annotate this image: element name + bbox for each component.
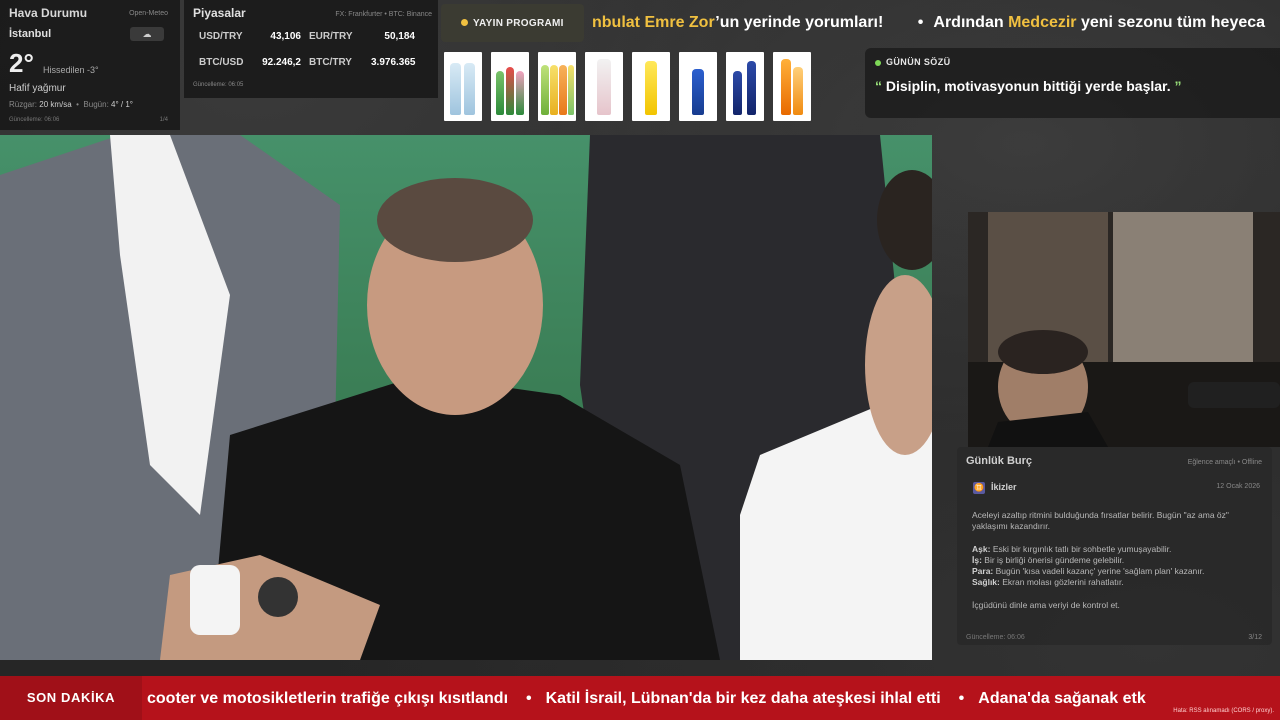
weather-source: Open-Meteo	[129, 10, 168, 17]
product-orange-bottle	[773, 52, 811, 121]
horoscope-sign-row: ♊ İkizler 12 Ocak 2026	[973, 482, 1260, 494]
wind-label: Rüzgar	[9, 100, 35, 109]
horoscope-body: Aceleyi azaltıp ritmini bulduğunda fırsa…	[972, 510, 1258, 611]
money-text: Bugün 'kısa vadeli kazanç' yerine 'sağla…	[995, 566, 1205, 576]
love-text: Eski bir kırgınlık tatlı bir sohbetle yu…	[992, 544, 1172, 554]
breaking-ticker: cooter ve motosikletlerin trafiğe çıkışı…	[147, 676, 1280, 720]
market-value: 43,106	[270, 31, 301, 42]
market-value: 92.246,2	[262, 57, 301, 68]
wind-value: 20 km/sa	[39, 100, 72, 109]
weather-updated: Güncelleme: 06:06	[9, 117, 60, 123]
breaking-item: Katil İsrail, Lübnan'da bir kez daha ate…	[545, 690, 941, 707]
quote-title-text: GÜNÜN SÖZÜ	[886, 57, 951, 67]
health-text: Ekran molası gözlerini rahatlatır.	[1002, 577, 1124, 587]
markets-updated: Güncelleme: 06:05	[193, 82, 244, 88]
cloud-rain-icon: ☁	[130, 27, 164, 41]
markets-grid: USD/TRY 43,106 EUR/TRY 50,184 BTC/USD 92…	[199, 31, 429, 68]
quote-text: Disiplin, motivasyonun bittiği yerde baş…	[885, 78, 1171, 94]
main-video-scene	[0, 135, 932, 660]
horoscope-closing: İçgüdünü dinle ama veriyi de kontrol et.	[972, 600, 1120, 610]
weather-condition: Hafif yağmur	[9, 83, 66, 94]
breaking-news-bar: SON DAKİKA cooter ve motosikletlerin tra…	[0, 676, 1280, 720]
horoscope-love-row: Aşk: Eski bir kırgınlık tatlı bir sohbet…	[972, 544, 1258, 555]
ticker-highlight: nbulat Emre Zor	[592, 14, 716, 31]
breaking-label: SON DAKİKA	[0, 676, 142, 720]
money-label: Para:	[972, 566, 994, 576]
horoscope-health-row: Sağlık: Ekran molası gözlerini rahatlatı…	[972, 577, 1258, 588]
horoscope-widget: Günlük Burç Eğlence amaçlı • Offline ♊ İk…	[957, 447, 1272, 645]
product-white-bottle	[585, 52, 623, 121]
weather-wind-row: Rüzgar: 20 km/sa • Bugün: 4° / 1°	[9, 100, 133, 109]
top-ticker: nbulat Emre Zor’un yerinde yorumları! • A…	[592, 4, 1280, 42]
gemini-icon: ♊	[973, 482, 985, 494]
weather-temperature: 2°	[9, 48, 34, 78]
product-strip	[444, 52, 811, 121]
ticker-text: yeni sezonu tüm heyeca	[1076, 14, 1266, 31]
horoscope-mode: Eğlence amaçlı • Offline	[1187, 459, 1262, 466]
today-value: 4° / 1°	[111, 100, 133, 109]
product-can	[679, 52, 717, 121]
work-text: Bir iş birliği önerisi gündeme gelebilir…	[984, 555, 1125, 565]
breaking-separator: •	[526, 690, 532, 707]
horoscope-money-row: Para: Bugün 'kısa vadeli kazanç' yerine …	[972, 566, 1258, 577]
market-key: BTC/TRY	[309, 57, 352, 68]
ticker-text: Ardından	[933, 14, 1009, 31]
product-blue-bottles	[726, 52, 764, 121]
horoscope-updated: Güncelleme: 06:06	[966, 634, 1025, 641]
love-label: Aşk:	[972, 544, 991, 554]
weather-feels-like: Hissedilen -3°	[43, 65, 99, 75]
quote-close-mark: ”	[1174, 78, 1182, 94]
webcam-scene	[968, 212, 1280, 447]
product-soda-bottles	[491, 52, 529, 121]
product-yellow-bottle	[632, 52, 670, 121]
markets-source: FX: Frankfurter • BTC: Binance	[335, 11, 432, 18]
market-key: USD/TRY	[199, 31, 243, 42]
horoscope-sign: İkizler	[991, 482, 1017, 492]
market-value: 50,184	[384, 31, 415, 42]
markets-widget: Piyasalar FX: Frankfurter • BTC: Binance…	[184, 0, 438, 98]
quote-open-mark: “	[875, 78, 882, 94]
market-value: 3.976.365	[371, 57, 416, 68]
quote-text-row: “ Disiplin, motivasyonun bittiği yerde b…	[875, 78, 1270, 94]
market-key: BTC/USD	[199, 57, 244, 68]
breaking-error: Hata: RSS alınamadı (CORS / proxy).	[1173, 708, 1274, 714]
quote-dot-icon	[875, 59, 881, 66]
ticker-separator: •	[917, 14, 924, 31]
product-fruit-soda	[538, 52, 576, 121]
program-badge[interactable]: YAYIN PROGRAMI	[441, 4, 584, 42]
today-label: Bugün	[83, 100, 107, 109]
quote-widget: GÜNÜN SÖZÜ “ Disiplin, motivasyonun bitt…	[865, 48, 1280, 118]
quote-title: GÜNÜN SÖZÜ	[875, 57, 1270, 67]
ticker-highlight: Medcezir	[1008, 14, 1077, 31]
horoscope-work-row: İş: Bir iş birliği önerisi gündeme geleb…	[972, 555, 1258, 566]
weather-widget: Hava Durumu Open-Meteo İstanbul ☁ 2° His…	[0, 0, 180, 130]
product-water-bottles	[444, 52, 482, 121]
weather-pager: 1/4	[159, 117, 168, 123]
ticker-text: ’un yerinde yorumları!	[715, 14, 884, 31]
market-key: EUR/TRY	[309, 31, 353, 42]
main-video-feed	[0, 135, 932, 660]
health-label: Sağlık:	[972, 577, 1000, 587]
webcam-feed	[968, 212, 1280, 447]
work-label: İş:	[972, 555, 982, 565]
breaking-item: cooter ve motosikletlerin trafiğe çıkışı…	[147, 690, 509, 707]
breaking-separator: •	[958, 690, 965, 707]
program-dot-icon	[461, 19, 468, 26]
program-label: YAYIN PROGRAMI	[473, 17, 564, 29]
horoscope-intro: Aceleyi azaltıp ritmini bulduğunda fırsa…	[972, 510, 1229, 531]
horoscope-pager: 3/12	[1248, 634, 1262, 641]
breaking-item: Adana'da sağanak etk	[978, 690, 1146, 707]
horoscope-date: 12 Ocak 2026	[1216, 483, 1260, 490]
